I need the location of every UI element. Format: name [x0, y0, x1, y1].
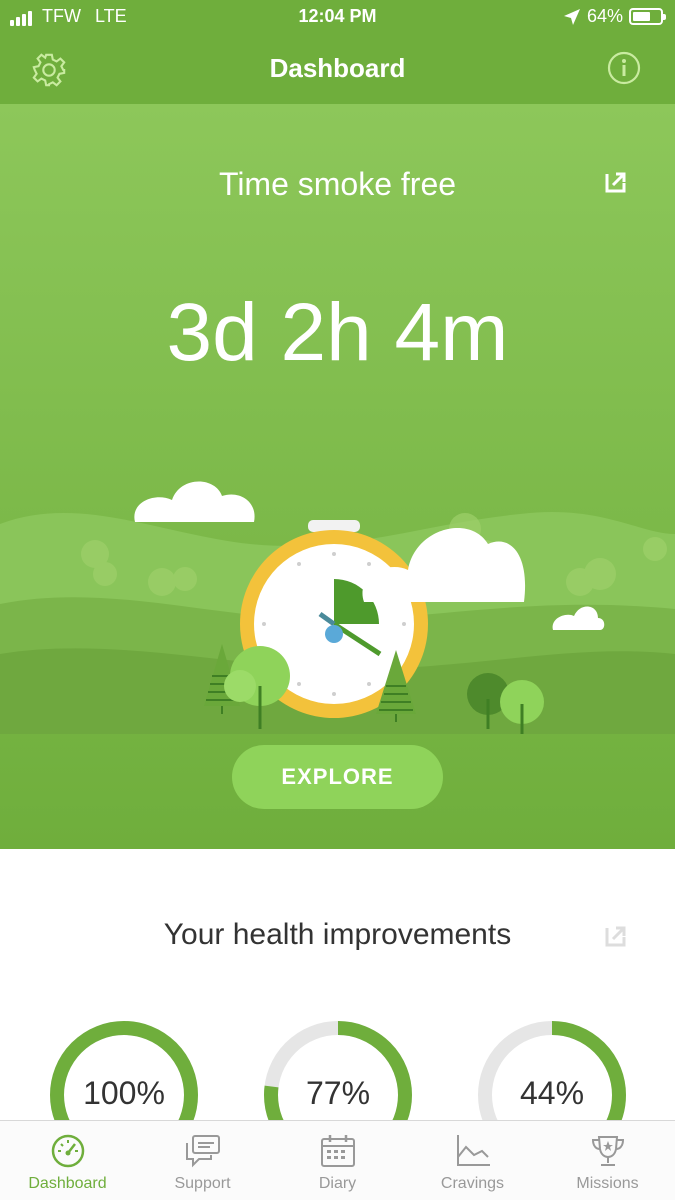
status-bar-right: 64% — [563, 6, 666, 27]
battery-percent: 64% — [586, 6, 623, 26]
ring-value: 44% — [519, 1075, 585, 1111]
ring-value: 100% — [83, 1075, 165, 1111]
health-section-title: Your health improvements — [163, 918, 512, 951]
page-title: Dashboard — [269, 53, 406, 83]
time-smoke-free-card: Time smoke free 3d 2h 4m EXPLORE — [0, 104, 675, 849]
share-icon[interactable] — [604, 170, 628, 194]
tab-label: Support — [174, 1175, 231, 1192]
tab-label: Diary — [318, 1175, 357, 1192]
battery-icon — [629, 8, 666, 25]
battery-fill — [633, 12, 650, 21]
speedometer-icon — [51, 1134, 84, 1168]
tab-label: Dashboard — [28, 1175, 107, 1192]
status-bar: TFW LTE 12:04 PM 64% — [0, 0, 675, 36]
landscape-illustration — [0, 481, 675, 734]
time-counter: 3d 2h 4m — [166, 287, 509, 378]
tab-cravings[interactable]: Cravings — [405, 1121, 540, 1200]
tab-dashboard[interactable]: Dashboard — [0, 1121, 135, 1200]
calendar-icon — [320, 1135, 355, 1167]
chat-icon — [185, 1135, 220, 1168]
trophy-icon — [591, 1136, 624, 1166]
tab-label: Missions — [576, 1175, 639, 1192]
share-icon[interactable] — [604, 924, 628, 948]
tab-bar: Dashboard Support Diary Cravings Mission… — [0, 1120, 675, 1200]
chart-icon — [456, 1135, 490, 1166]
hero-label: Time smoke free — [218, 166, 457, 202]
location-arrow-icon — [563, 8, 580, 25]
tab-support[interactable]: Support — [135, 1121, 270, 1200]
info-icon[interactable] — [607, 51, 641, 85]
nav-bar: Dashboard — [0, 36, 675, 104]
explore-button[interactable]: EXPLORE — [232, 745, 443, 809]
tab-diary[interactable]: Diary — [270, 1121, 405, 1200]
tab-missions[interactable]: Missions — [540, 1121, 675, 1200]
ring-value: 77% — [305, 1075, 371, 1111]
tab-label: Cravings — [440, 1175, 505, 1192]
